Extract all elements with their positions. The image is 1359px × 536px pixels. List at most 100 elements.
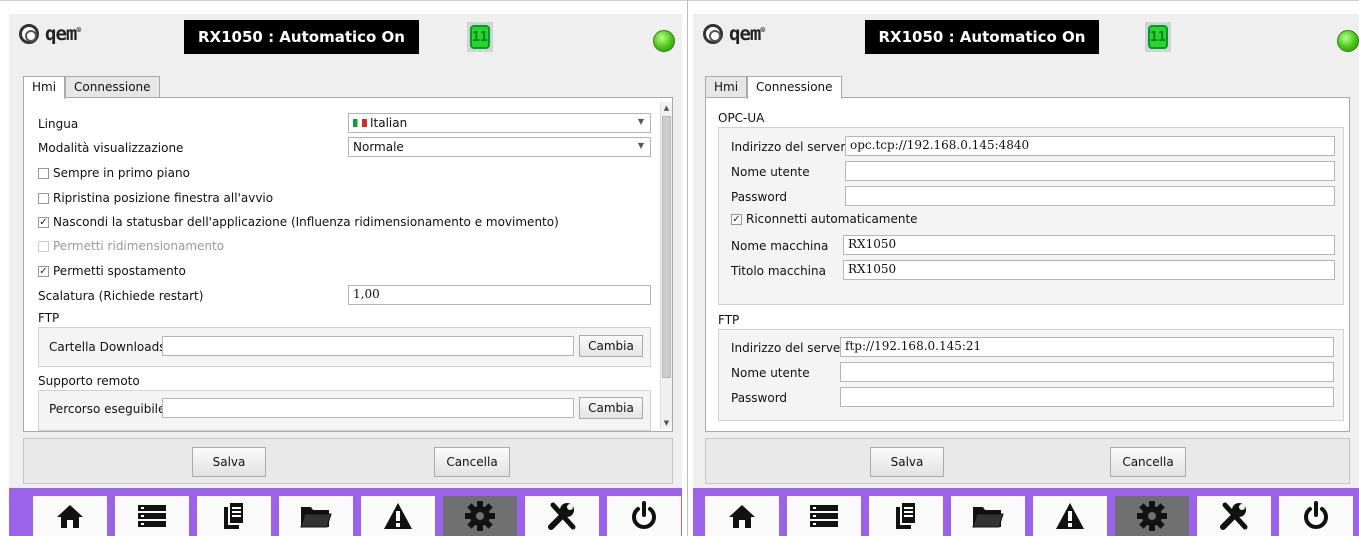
tab-hmi[interactable]: Hmi	[705, 76, 748, 98]
ftp-password-input[interactable]	[840, 387, 1334, 407]
checkbox-label: Permetti ridimensionamento	[53, 239, 225, 253]
vertical-scrollbar[interactable]: ▲ ▼	[660, 102, 672, 429]
opc-password-input[interactable]	[845, 186, 1335, 206]
nav-folder[interactable]	[279, 496, 353, 536]
nav-alarms[interactable]	[1033, 496, 1107, 536]
connection-settings-frame: OPC-UA Indirizzo del server opc.tcp://19…	[705, 97, 1350, 432]
bottom-navigation	[693, 488, 1359, 536]
opc-server-label: Indirizzo del server	[731, 140, 846, 154]
checkbox-label: Permetti spostamento	[53, 264, 186, 278]
checkmark-icon: ✓	[38, 265, 49, 277]
connection-status-led-icon	[653, 30, 675, 52]
permetti-ridimensionamento-checkbox: Permetti ridimensionamento	[38, 239, 224, 253]
list-icon	[138, 505, 166, 527]
panel-separator	[687, 0, 688, 536]
opc-password-label: Password	[731, 190, 788, 204]
modalita-value: Normale	[353, 140, 404, 154]
tab-bar: Hmi Connessione	[23, 76, 160, 99]
titolo-macchina-label: Titolo macchina	[731, 264, 826, 278]
nav-power[interactable]	[1279, 496, 1353, 536]
opcua-group: Indirizzo del server opc.tcp://192.168.0…	[718, 127, 1344, 305]
scroll-up-icon[interactable]: ▲	[661, 102, 672, 114]
home-icon	[729, 505, 755, 528]
warning-icon	[384, 503, 412, 529]
sync-status-icon[interactable]: 11	[467, 22, 493, 52]
modalita-select[interactable]: Normale ▼	[348, 137, 651, 157]
cartella-downloads-input[interactable]	[162, 336, 574, 356]
tab-bar: Hmi Connessione	[705, 76, 842, 99]
documents-icon	[224, 501, 245, 529]
scalatura-input[interactable]: 1,00	[348, 285, 651, 305]
tab-hmi[interactable]: Hmi	[23, 76, 66, 99]
scalatura-label: Scalatura (Richiede restart)	[38, 289, 204, 303]
logo-text: qem	[45, 23, 77, 45]
top-border	[0, 0, 1359, 1]
italian-flag-icon	[353, 119, 367, 127]
checkbox-label: Sempre in primo piano	[53, 166, 190, 180]
opc-server-input[interactable]: opc.tcp://192.168.0.145:4840	[845, 136, 1335, 156]
save-button[interactable]: Salva	[870, 447, 944, 477]
sync-status-icon[interactable]: 11	[1145, 22, 1171, 52]
ftp-user-input[interactable]	[840, 362, 1334, 382]
checkbox-box	[38, 192, 49, 204]
ftp-server-input[interactable]: ftp://192.168.0.145:21	[840, 337, 1334, 357]
nome-macchina-label: Nome macchina	[731, 239, 829, 253]
nav-documents[interactable]	[869, 496, 943, 536]
tools-icon	[1220, 502, 1248, 530]
nav-list[interactable]	[115, 496, 189, 536]
sempre-primo-piano-checkbox[interactable]: Sempre in primo piano	[38, 166, 190, 180]
power-icon	[632, 501, 656, 529]
nav-folder[interactable]	[951, 496, 1025, 536]
cancel-button[interactable]: Cancella	[434, 447, 510, 477]
nav-settings[interactable]	[1115, 496, 1189, 536]
machine-title: RX1050 : Automatico On	[184, 20, 419, 54]
riconnetti-checkbox[interactable]: ✓ Riconnetti automaticamente	[731, 212, 918, 226]
qem-logo: qem®	[19, 23, 81, 45]
ftp-group: Cartella Downloads Cambia	[38, 327, 651, 367]
warning-icon	[1056, 503, 1084, 529]
lingua-label: Lingua	[38, 117, 79, 131]
nav-alarms[interactable]	[361, 496, 435, 536]
tab-connessione[interactable]: Connessione	[65, 76, 160, 98]
nav-settings[interactable]	[443, 496, 517, 536]
save-button[interactable]: Salva	[192, 447, 266, 477]
cambia-downloads-button[interactable]: Cambia	[579, 335, 643, 357]
nav-tools[interactable]	[1197, 496, 1271, 536]
checkbox-label: Nascondi la statusbar dell'applicazione …	[53, 215, 559, 229]
logo-text: qem	[729, 23, 761, 45]
percorso-eseguibile-input[interactable]	[162, 398, 574, 418]
logo-trademark: ®	[76, 25, 81, 35]
home-icon	[57, 505, 83, 528]
nav-home[interactable]	[33, 496, 107, 536]
nome-macchina-input[interactable]: RX1050	[843, 235, 1335, 255]
ftp-server-label: Indirizzo del server	[731, 341, 846, 355]
ripristina-posizione-checkbox[interactable]: Ripristina posizione finestra all'avvio	[38, 191, 273, 205]
nascondi-statusbar-checkbox[interactable]: ✓ Nascondi la statusbar dell'applicazion…	[38, 215, 559, 229]
nav-power[interactable]	[607, 496, 681, 536]
cartella-downloads-label: Cartella Downloads	[49, 340, 166, 354]
nav-documents[interactable]	[197, 496, 271, 536]
scroll-thumb[interactable]	[662, 116, 671, 378]
action-bar: Salva Cancella	[705, 438, 1350, 484]
percorso-eseguibile-label: Percorso eseguibile	[49, 402, 166, 416]
nav-home[interactable]	[705, 496, 779, 536]
tab-connessione[interactable]: Connessione	[747, 76, 842, 99]
opc-user-input[interactable]	[845, 161, 1335, 181]
nav-list[interactable]	[787, 496, 861, 536]
sync-badge-number: 11	[470, 25, 490, 49]
cambia-percorso-button[interactable]: Cambia	[579, 397, 643, 419]
scroll-down-icon[interactable]: ▼	[661, 417, 672, 429]
checkmark-icon: ✓	[731, 213, 742, 225]
checkbox-label: Ripristina posizione finestra all'avvio	[53, 191, 274, 205]
settings-gear-icon	[465, 501, 495, 531]
titolo-macchina-input[interactable]: RX1050	[843, 260, 1335, 280]
header: qem® RX1050 : Automatico On 11	[693, 14, 1359, 66]
tools-icon	[548, 502, 576, 530]
lingua-select[interactable]: Italian ▼	[348, 113, 651, 133]
permetti-spostamento-checkbox[interactable]: ✓ Permetti spostamento	[38, 264, 186, 278]
cancel-button[interactable]: Cancella	[1110, 447, 1186, 477]
nav-tools[interactable]	[525, 496, 599, 536]
ftp-group: Indirizzo del server ftp://192.168.0.145…	[718, 329, 1344, 421]
checkbox-label: Riconnetti automaticamente	[746, 212, 918, 226]
power-icon	[1304, 501, 1328, 529]
